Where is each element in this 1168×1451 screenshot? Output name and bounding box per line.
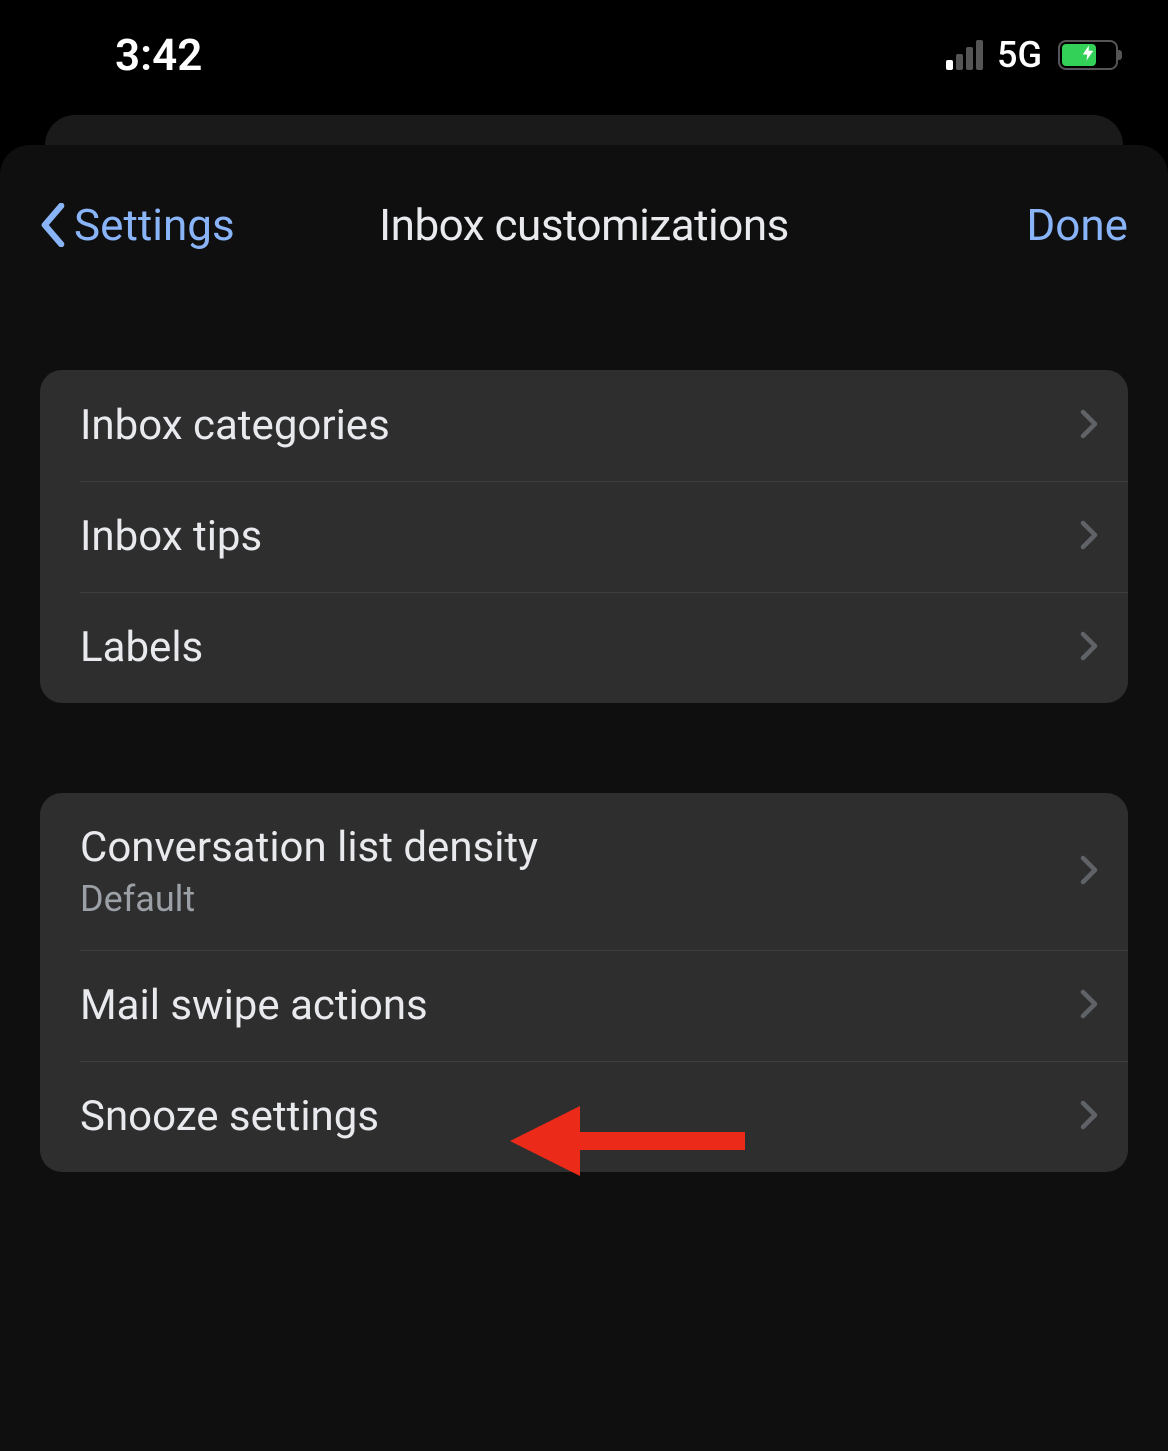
chevron-right-icon <box>1080 409 1098 443</box>
chevron-right-icon <box>1080 631 1098 665</box>
chevron-right-icon <box>1080 520 1098 554</box>
charging-bolt-icon <box>1079 43 1097 67</box>
row-label: Inbox categories <box>80 401 390 450</box>
chevron-right-icon <box>1080 989 1098 1023</box>
cellular-signal-icon <box>946 40 983 70</box>
row-mail-swipe-actions[interactable]: Mail swipe actions <box>40 950 1128 1061</box>
back-button[interactable]: Settings <box>40 199 235 251</box>
row-label: Snooze settings <box>80 1092 379 1141</box>
chevron-right-icon <box>1080 855 1098 889</box>
row-label: Inbox tips <box>80 512 262 561</box>
row-sublabel: Default <box>80 878 538 920</box>
row-snooze-settings[interactable]: Snooze settings <box>40 1061 1128 1172</box>
content: Inbox categories Inbox tips Labels <box>0 270 1168 1172</box>
row-label: Conversation list density <box>80 823 538 872</box>
row-label: Labels <box>80 623 203 672</box>
battery-icon <box>1058 40 1118 70</box>
row-conversation-density[interactable]: Conversation list density Default <box>40 793 1128 950</box>
nav-bar: Settings Inbox customizations Done <box>0 180 1168 270</box>
row-labels[interactable]: Labels <box>40 592 1128 703</box>
row-inbox-categories[interactable]: Inbox categories <box>40 370 1128 481</box>
back-label: Settings <box>74 199 235 251</box>
status-right: 5G <box>946 34 1118 76</box>
status-bar: 3:42 5G <box>0 0 1168 110</box>
settings-group-1: Inbox categories Inbox tips Labels <box>40 370 1128 703</box>
done-button[interactable]: Done <box>1026 199 1128 251</box>
status-time: 3:42 <box>115 29 202 81</box>
chevron-right-icon <box>1080 1100 1098 1134</box>
chevron-left-icon <box>40 203 66 247</box>
page-title: Inbox customizations <box>379 199 789 251</box>
row-label: Mail swipe actions <box>80 981 428 1030</box>
settings-group-2: Conversation list density Default Mail s… <box>40 793 1128 1172</box>
settings-sheet: Settings Inbox customizations Done Inbox… <box>0 145 1168 1451</box>
row-inbox-tips[interactable]: Inbox tips <box>40 481 1128 592</box>
network-type: 5G <box>997 34 1042 76</box>
